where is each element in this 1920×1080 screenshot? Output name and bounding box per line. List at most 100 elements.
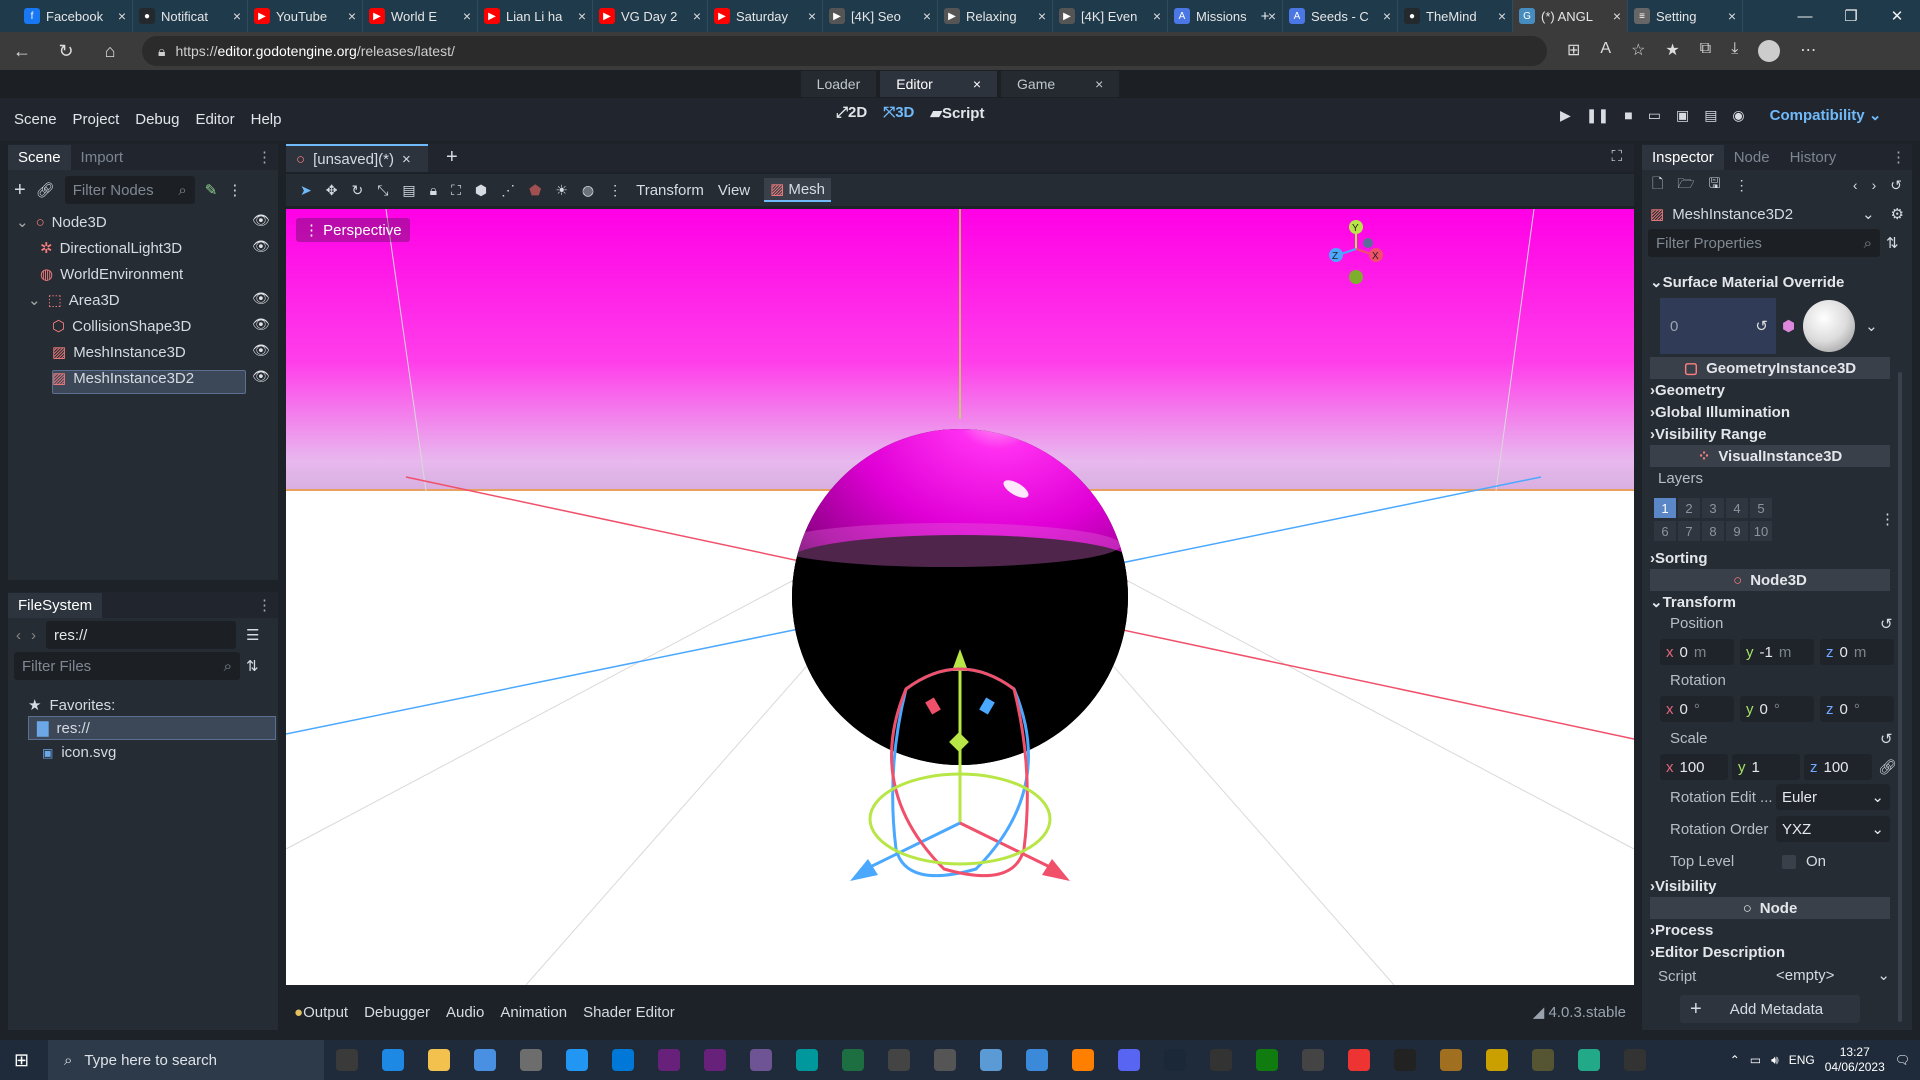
browser-tab[interactable]: f Facebook ×	[18, 0, 133, 32]
link-icon[interactable]: 🔗︎	[36, 181, 55, 199]
taskbar-app-icon[interactable]	[554, 1040, 600, 1080]
favorites-row[interactable]: ★ Favorites:	[28, 696, 115, 715]
add-node-icon[interactable]: +	[14, 179, 26, 202]
taskbar-app-icon[interactable]	[1106, 1040, 1152, 1080]
menu-debug[interactable]: Debug	[127, 111, 187, 128]
reset-icon[interactable]: ↺	[1880, 615, 1893, 633]
scene-tab[interactable]: ○ [unsaved](*) ×	[286, 144, 428, 172]
top-level-checkbox[interactable]: On	[1782, 853, 1826, 870]
apps-icon[interactable]: ⊞	[1567, 40, 1580, 62]
visibility-eye-icon[interactable]: 👁︎	[252, 238, 270, 255]
close-window-button[interactable]: ✕	[1874, 0, 1920, 32]
taskbar-app-icon[interactable]	[1060, 1040, 1106, 1080]
taskbar-app-icon[interactable]	[968, 1040, 1014, 1080]
back-icon[interactable]: ←	[0, 41, 44, 62]
rotation-y-field[interactable]: y 0 °	[1740, 696, 1814, 722]
taskbar-app-icon[interactable]	[1612, 1040, 1658, 1080]
browser-tab[interactable]: ▶ Lian Li ha ×	[478, 0, 593, 32]
tab-shader-editor[interactable]: Shader Editor	[583, 1004, 675, 1021]
attach-script-icon[interactable]: ✎	[205, 181, 218, 199]
section-editor-description[interactable]: › Editor Description	[1650, 941, 1890, 963]
dock-menu-icon[interactable]: ⋮	[257, 148, 272, 166]
browser-tab[interactable]: ▶ Saturday ×	[708, 0, 823, 32]
taskbar-app-icon[interactable]	[830, 1040, 876, 1080]
rotation-z-field[interactable]: z 0 °	[1820, 696, 1894, 722]
transform-menu[interactable]: Transform	[636, 182, 704, 199]
scene-tree-node[interactable]: ▨ MeshInstance3D2	[52, 366, 194, 390]
3d-viewport[interactable]: Y X Z	[286, 209, 1634, 985]
read-aloud-icon[interactable]: A	[1600, 40, 1611, 62]
file-row[interactable]: ▣ icon.svg	[42, 744, 116, 761]
rotation-x-field[interactable]: x 0 °	[1660, 696, 1734, 722]
chevron-down-icon[interactable]: ⌄	[28, 291, 41, 309]
taskbar-app-icon[interactable]	[1428, 1040, 1474, 1080]
play-icon[interactable]: ▶	[1560, 107, 1571, 124]
lock-icon[interactable]: 🔒︎	[430, 182, 437, 199]
link-scale-icon[interactable]: 🔗︎	[1878, 758, 1897, 776]
next-object-icon[interactable]: ›	[1872, 177, 1877, 193]
scene-tree-node[interactable]: ✲ DirectionalLight3D	[40, 236, 182, 260]
group-icon[interactable]: ⛶	[451, 182, 461, 199]
notifications-icon[interactable]: 🗨︎	[1895, 1053, 1910, 1067]
taskbar-app-icon[interactable]	[692, 1040, 738, 1080]
tab-loader[interactable]: Loader	[800, 71, 877, 97]
distraction-free-icon[interactable]: ⛶	[1611, 148, 1622, 165]
position-y-field[interactable]: y -1 m	[1740, 639, 1814, 665]
layer-toggle[interactable]: 10	[1750, 521, 1772, 541]
close-icon[interactable]: ×	[973, 76, 981, 92]
more-icon[interactable]: ⋯	[1800, 40, 1816, 62]
close-icon[interactable]: ×	[1728, 8, 1736, 24]
close-icon[interactable]: ×	[1613, 8, 1621, 24]
close-icon[interactable]: ×	[348, 8, 356, 24]
dock-menu-icon[interactable]: ⋮	[257, 596, 272, 614]
section-visibility-range[interactable]: › Visibility Range	[1650, 423, 1890, 445]
snap-icon[interactable]: ⋰	[501, 182, 515, 199]
filter-properties-input[interactable]: Filter Properties ⌕	[1648, 229, 1880, 257]
more-icon[interactable]: ⋮	[1735, 177, 1749, 194]
close-icon[interactable]: ×	[808, 8, 816, 24]
tab-game[interactable]: Game ×	[1001, 71, 1120, 97]
taskbar-app-icon[interactable]	[370, 1040, 416, 1080]
move-tool-icon[interactable]: ✥	[326, 182, 338, 199]
layer-toggle[interactable]: 5	[1750, 498, 1772, 518]
taskbar-app-icon[interactable]	[646, 1040, 692, 1080]
chevron-down-icon[interactable]: ⌄	[1865, 317, 1878, 335]
dock-menu-icon[interactable]: ⋮	[1891, 148, 1906, 166]
scale-y-field[interactable]: y1	[1732, 754, 1800, 780]
layer-toggle[interactable]: 4	[1726, 498, 1748, 518]
tab-audio[interactable]: Audio	[446, 1004, 484, 1021]
taskbar-app-icon[interactable]	[1244, 1040, 1290, 1080]
renderer-select[interactable]: Compatibility ⌄	[1770, 106, 1882, 124]
filter-nodes-input[interactable]: Filter Nodes ⌕	[64, 176, 195, 204]
sort-icon[interactable]: ⇅	[246, 657, 259, 675]
open-folder-icon[interactable]: 🗁︎	[1677, 173, 1694, 197]
object-selector[interactable]: ▨ MeshInstance3D2 ⌄ ⚙	[1642, 200, 1912, 228]
new-tab-button[interactable]: +	[1242, 0, 1288, 32]
tab-node[interactable]: Node	[1724, 145, 1780, 170]
browser-tab[interactable]: ≡ Setting ×	[1628, 0, 1743, 32]
network-icon[interactable]: ▭	[1750, 1053, 1761, 1067]
close-icon[interactable]: ×	[1095, 76, 1103, 92]
visibility-eye-icon[interactable]: 👁︎	[252, 212, 270, 229]
visibility-eye-icon[interactable]: 👁︎	[252, 368, 270, 385]
rotation-order-select[interactable]: YXZ ⌄	[1776, 816, 1890, 842]
browser-tab[interactable]: ▶ [4K] Seo ×	[823, 0, 938, 32]
layers-menu-icon[interactable]: ⋮	[1880, 510, 1895, 528]
mode-3d-button[interactable]: ⤧3D	[883, 104, 914, 122]
favorite-star-icon[interactable]: ☆	[1631, 40, 1645, 62]
browser-tab[interactable]: ▶ [4K] Even ×	[1053, 0, 1168, 32]
visibility-eye-icon[interactable]: 👁︎	[252, 316, 270, 333]
path-field[interactable]: res://	[46, 621, 236, 649]
position-x-field[interactable]: x0m	[1660, 639, 1734, 665]
close-icon[interactable]: ×	[1498, 8, 1506, 24]
view-menu[interactable]: View	[718, 182, 750, 199]
taskbar-search[interactable]: ⌕ Type here to search	[48, 1040, 324, 1080]
volume-icon[interactable]: 🔊︎	[1771, 1053, 1779, 1068]
tab-debugger[interactable]: Debugger	[364, 1004, 430, 1021]
browser-tab[interactable]: ▶ YouTube ×	[248, 0, 363, 32]
taskbar-app-icon[interactable]	[922, 1040, 968, 1080]
scene-menu-icon[interactable]: ⋮	[227, 181, 242, 199]
taskbar-app-icon[interactable]	[508, 1040, 554, 1080]
menu-scene[interactable]: Scene	[6, 111, 65, 128]
layer-toggle[interactable]: 6	[1654, 521, 1676, 541]
